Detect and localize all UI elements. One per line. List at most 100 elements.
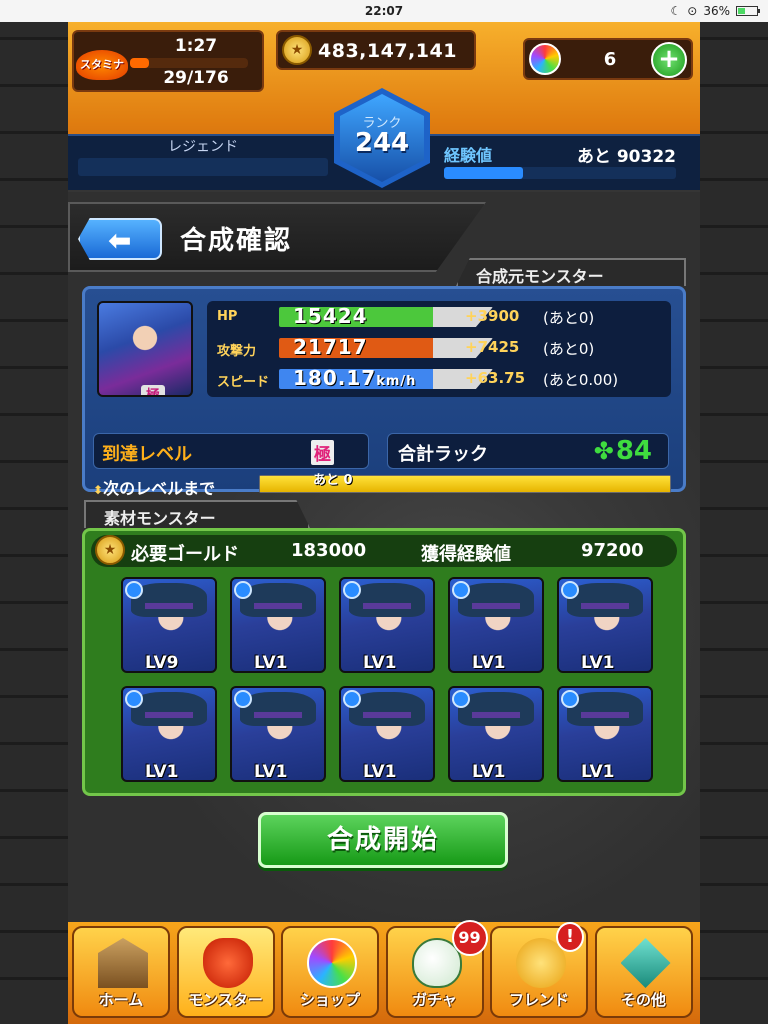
rotation-lock-icon: ⊙: [687, 4, 698, 18]
nav-item[interactable]: その他: [594, 926, 693, 1018]
stat-name: スピード: [217, 375, 270, 390]
material-monster[interactable]: LV1: [557, 686, 653, 782]
material-monster[interactable]: LV1: [339, 577, 435, 673]
nav-item[interactable]: ホーム: [72, 926, 170, 1018]
home-icon: [98, 938, 148, 988]
stats-panel: HP 15424 +3900 (あと0) 攻撃力 21717 +7425 (あと…: [207, 301, 671, 397]
stat-value: 180.17km/h: [293, 366, 417, 390]
material-monster[interactable]: LV1: [557, 577, 653, 673]
gold-coin-icon: ★: [282, 35, 312, 65]
stat-plus: +7425: [465, 338, 520, 356]
material-monster[interactable]: LV1: [230, 686, 326, 782]
back-button[interactable]: ⬅: [78, 218, 162, 260]
base-monster-portrait[interactable]: 極: [97, 301, 193, 397]
element-icon: [343, 690, 361, 708]
monster-icon: [202, 938, 253, 988]
nav-label: その他: [620, 991, 666, 1009]
nav-label: ガチャ: [412, 991, 457, 1009]
element-icon: [125, 690, 143, 708]
stamina-bar: [130, 58, 248, 68]
exp-remaining: あと 90322: [576, 147, 676, 167]
required-gold-value: 183000: [291, 540, 367, 561]
stat-name: 攻撃力: [217, 344, 257, 359]
material-panel: ★ 必要ゴールド 183000 獲得経験値 97200 LV9 LV1 LV1 LV1…: [82, 528, 686, 796]
status-right: ☾ ⊙ 36%: [670, 4, 760, 18]
status-bar: 22:07 ☾ ⊙ 36%: [0, 0, 768, 22]
stat-plus: +63.75: [465, 369, 526, 387]
battery-percent: 36%: [703, 4, 730, 18]
gold-box: ★ 483,147,141: [276, 30, 476, 70]
nav-item[interactable]: フレンド!: [490, 922, 588, 1018]
stat-row-hp: HP 15424 +3900 (あと0): [207, 303, 671, 331]
stat-row-speed: スピード 180.17km/h +63.75 (あと0.00): [207, 365, 671, 393]
material-summary: ★ 必要ゴールド 183000 獲得経験値 97200: [91, 535, 677, 567]
material-section-label: 素材モンスター: [84, 500, 310, 528]
element-icon: [125, 581, 143, 599]
luck-value-wrap: ✤84: [594, 436, 652, 466]
battery-icon: [736, 6, 760, 16]
reach-level-box: 到達レベル 極: [93, 433, 369, 469]
total-luck-box: 合計ラック ✤84: [387, 433, 669, 469]
rank-title: レジェンド: [168, 139, 238, 155]
stat-rest: (あと0): [543, 309, 595, 327]
back-arrow-icon: ⬅: [108, 224, 132, 257]
stamina-box[interactable]: スタミナ 1:27 29/176: [72, 30, 264, 92]
rank-value: 244: [354, 128, 410, 158]
material-monster[interactable]: LV1: [339, 686, 435, 782]
exp-bar: [444, 167, 676, 179]
gold-value: 483,147,141: [318, 40, 457, 62]
page-title: 合成確認: [180, 226, 293, 256]
monster-level: LV1: [472, 653, 506, 673]
reach-level-value: 極: [311, 440, 334, 465]
nav-label: ホーム: [98, 991, 144, 1009]
stat-rest: (あと0): [543, 340, 595, 358]
start-fusion-button[interactable]: 合成開始: [258, 812, 508, 868]
monster-level: LV9: [145, 653, 179, 673]
add-orb-button[interactable]: +: [651, 42, 687, 78]
bottom-nav: ホーム モンスター ショップ ガチャ 99 フレンド! その他: [68, 920, 700, 1024]
gold-coin-icon: ★: [95, 535, 125, 565]
monster-level: LV1: [145, 762, 179, 782]
nav-item[interactable]: ショップ: [281, 926, 379, 1018]
moon-icon: ☾: [670, 4, 682, 18]
count-badge: 99: [451, 920, 488, 956]
stat-row-attack: 攻撃力 21717 +7425 (あと0): [207, 334, 671, 362]
material-monster[interactable]: LV1: [448, 686, 544, 782]
gain-exp-label: 獲得経験値: [421, 544, 511, 565]
luck-value: 84: [615, 436, 652, 466]
element-icon: [234, 690, 252, 708]
header: スタミナ 1:27 29/176 ★ 483,147,141 6 + ランク 2…: [68, 22, 700, 190]
material-monster[interactable]: LV1: [230, 577, 326, 673]
stat-value: 15424: [293, 304, 368, 328]
material-monster[interactable]: LV1: [448, 577, 544, 673]
monster-level: LV1: [363, 762, 397, 782]
element-icon: [561, 690, 579, 708]
next-level-rest: あと 0: [313, 473, 353, 488]
nav-item[interactable]: ガチャ 99: [385, 920, 488, 1018]
material-monster[interactable]: LV1: [121, 686, 217, 782]
material-monster[interactable]: LV9: [121, 577, 217, 673]
stamina-value: 29/176: [163, 68, 229, 88]
base-monster-section-label: 合成元モンスター: [456, 258, 686, 286]
clover-icon: ✤: [593, 437, 614, 465]
stat-name: HP: [217, 309, 238, 324]
updown-arrow-icon: ⬍: [93, 483, 104, 497]
element-icon: [452, 581, 470, 599]
nav-item[interactable]: モンスター: [176, 926, 275, 1018]
monster-level: LV1: [363, 653, 397, 673]
next-level-label: 次のレベルまで: [103, 479, 216, 498]
element-icon: [343, 581, 361, 599]
title-bar: [78, 158, 328, 176]
alert-badge: !: [556, 922, 584, 952]
element-icon: [561, 581, 579, 599]
required-gold-label: 必要ゴールド: [131, 544, 239, 565]
other-icon: [620, 938, 671, 988]
monster-level: LV1: [254, 653, 288, 673]
shop-orb-icon: [307, 938, 357, 988]
stone-wall-right: [700, 22, 768, 1024]
gain-exp-value: 97200: [581, 540, 644, 561]
monster-level: LV1: [581, 762, 615, 782]
nav-label: フレンド: [508, 991, 569, 1009]
game-screen: スタミナ 1:27 29/176 ★ 483,147,141 6 + ランク 2…: [68, 22, 700, 1024]
orb-icon: [529, 43, 561, 75]
